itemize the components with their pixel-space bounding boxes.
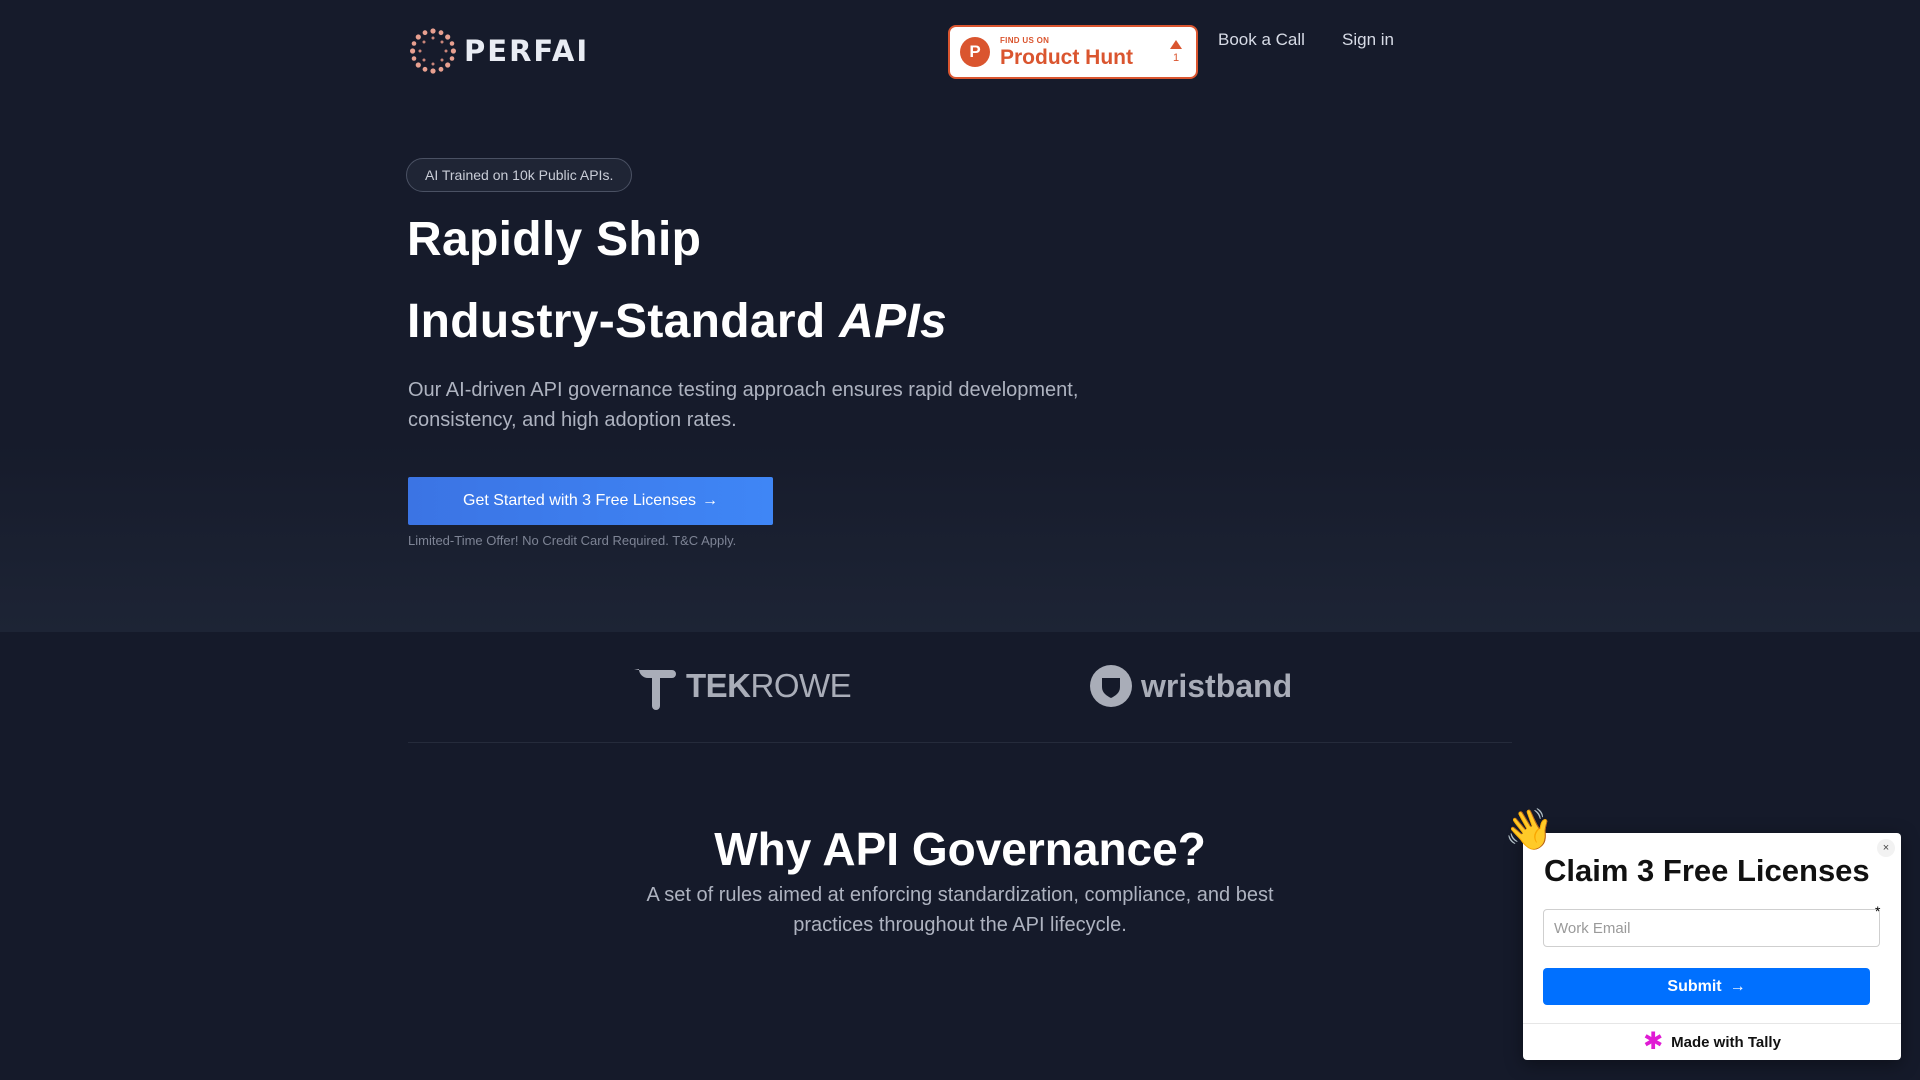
product-hunt-upvote: 1 [1166,40,1186,64]
ai-trained-pill: AI Trained on 10k Public APIs. [406,158,633,192]
submit-button[interactable]: Submit → [1543,968,1870,1005]
work-email-input[interactable] [1543,909,1880,947]
product-hunt-icon: P [960,37,990,67]
tekrowe-logo: TEKROWE [630,662,852,710]
get-started-label: Get Started with 3 Free Licenses [463,492,696,509]
claim-licenses-popup: × Claim 3 Free Licenses * Submit → ✱ Mad… [1523,833,1901,1060]
headline-plain: Industry-Standard [407,295,826,348]
popup-title: Claim 3 Free Licenses [1544,853,1870,888]
wristband-shield-icon [1090,665,1132,707]
close-icon[interactable]: × [1877,839,1895,857]
tally-star-icon: ✱ [1643,1028,1664,1055]
hero-background [0,0,1920,632]
tekrowe-wordmark: TEKROWE [686,667,852,704]
tekrowe-logo-icon [634,669,676,710]
product-hunt-name: Product Hunt [1000,45,1133,69]
wristband-logo: wristband [1089,662,1292,710]
wristband-wordmark: wristband [1141,667,1293,704]
perfai-logo-icon [410,28,456,74]
why-section-subtitle: A set of rules aimed at enforcing standa… [646,884,1274,936]
product-hunt-badge[interactable]: P FIND US ON Product Hunt 1 [948,25,1198,79]
submit-label: Submit [1667,977,1722,995]
hero-subheading: Our AI-driven API governance testing app… [408,379,1079,431]
made-with-tally-link[interactable]: ✱ Made with Tally [1523,1023,1901,1060]
upvote-arrow-icon [1170,40,1182,49]
offer-note: Limited-Time Offer! No Credit Card Requi… [408,533,737,548]
perfai-logo[interactable]: PERFAI [410,28,589,74]
required-asterisk: * [1875,903,1881,919]
arrow-right-icon: → [1729,977,1746,995]
nav-book-call[interactable]: Book a Call [1218,30,1305,50]
logo-text: PERFAI [464,34,590,68]
made-with-tally-label: Made with Tally [1671,1033,1781,1051]
headline-line-2: Industry-Standard APIs [407,294,947,349]
product-hunt-small-text: FIND US ON [1000,35,1050,45]
section-divider [408,742,1512,743]
arrow-right-icon: → [702,492,718,509]
headline-line-1: Rapidly Ship [407,213,702,266]
waving-hand-icon: 👋 [1504,808,1554,852]
headline-italic: APIs [839,295,948,348]
upvote-count: 1 [1172,52,1180,64]
get-started-button[interactable]: Get Started with 3 Free Licenses → [408,477,773,525]
nav-sign-in[interactable]: Sign in [1342,30,1394,50]
